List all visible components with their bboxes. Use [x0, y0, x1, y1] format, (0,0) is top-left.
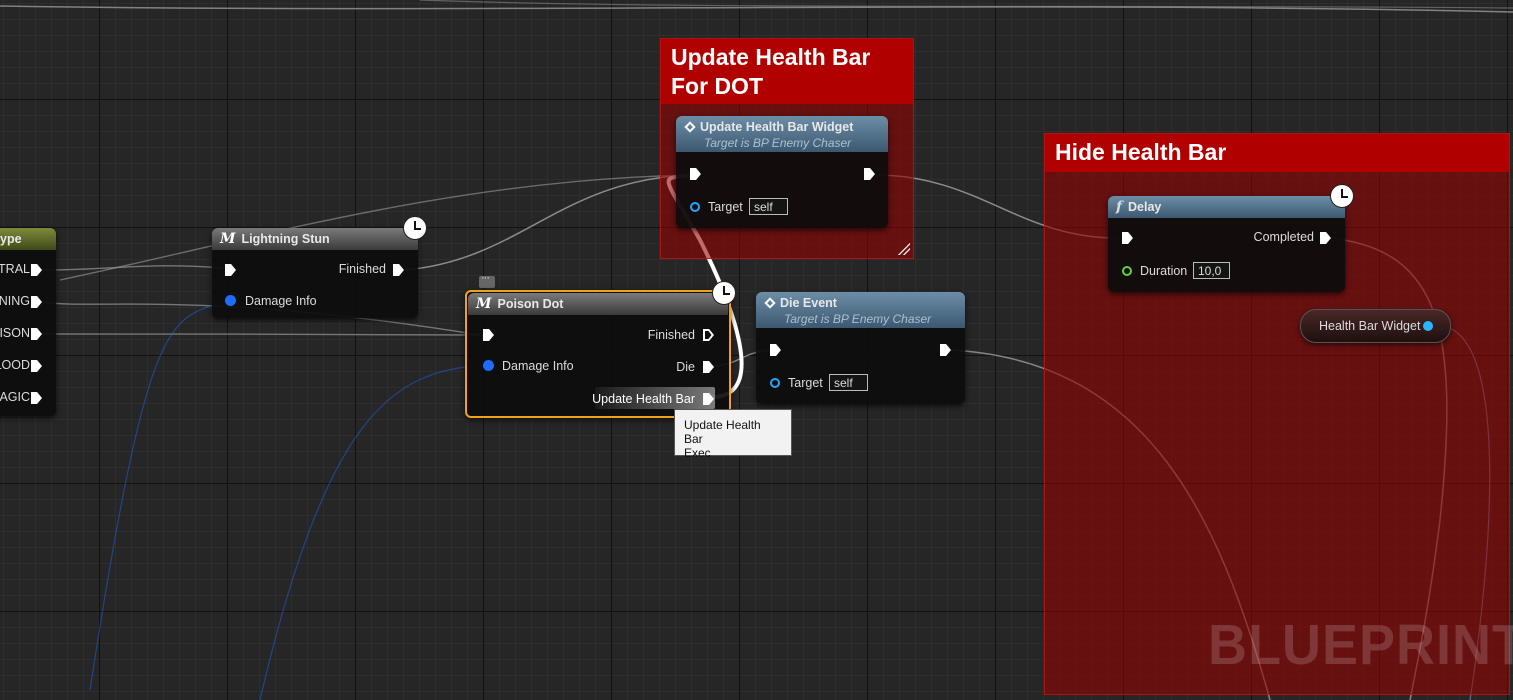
- node-subtitle: Target is BP Enemy Chaser: [784, 312, 932, 326]
- exec-input-pin[interactable]: [483, 329, 494, 341]
- macro-icon: M: [220, 231, 236, 247]
- node-header[interactable]: M Poison Dot: [468, 293, 728, 315]
- damage-info-label: Damage Info: [245, 294, 317, 308]
- target-value-field[interactable]: self: [749, 198, 788, 215]
- enum-output-label: NING: [0, 294, 30, 308]
- exec-input-pin[interactable]: [225, 264, 236, 276]
- comment-bubble-icon[interactable]: [479, 272, 495, 288]
- wire-stun-to-update: [404, 174, 691, 271]
- target-label: Target: [788, 376, 823, 390]
- variable-output-pin[interactable]: [1423, 321, 1433, 331]
- node-title: Lightning Stun: [241, 232, 330, 246]
- target-pin[interactable]: [690, 202, 700, 212]
- node-title: Update Health Bar Widget: [700, 120, 854, 134]
- die-event-node[interactable]: Die Event Target is BP Enemy Chaser Targ…: [756, 292, 965, 404]
- latent-clock-icon: [712, 281, 736, 305]
- blueprint-watermark: BLUEPRINT: [1208, 613, 1513, 677]
- variable-label: Health Bar Widget: [1319, 319, 1421, 333]
- exec-output-pin[interactable]: [31, 264, 42, 276]
- node-header[interactable]: M Lightning Stun: [212, 228, 418, 250]
- target-value-field[interactable]: self: [829, 374, 868, 391]
- exec-output-pin[interactable]: [393, 264, 404, 276]
- node-title: Die Event: [780, 296, 837, 310]
- node-header[interactable]: f Delay: [1108, 196, 1345, 218]
- exec-output-pin[interactable]: [864, 168, 875, 180]
- resize-grip[interactable]: [898, 243, 910, 255]
- update-health-bar-label: Update Health Bar: [592, 392, 695, 406]
- damage-info-pin[interactable]: [483, 360, 494, 371]
- enum-output-label: AGIC: [0, 390, 30, 404]
- completed-label: Completed: [1253, 230, 1314, 244]
- damage-info-pin[interactable]: [225, 295, 236, 306]
- target-pin[interactable]: [770, 378, 780, 388]
- finished-label: Finished: [338, 262, 386, 276]
- node-header[interactable]: ype: [0, 228, 56, 250]
- poison-dot-node[interactable]: M Poison Dot Finished Damage Info Die Up…: [465, 290, 731, 418]
- exec-output-pin[interactable]: [31, 360, 42, 372]
- enum-output-label: LOOD: [0, 358, 30, 372]
- wire-enum-1: [39, 265, 226, 271]
- exec-output-pin[interactable]: [31, 296, 42, 308]
- enum-output-label: ISON: [0, 326, 30, 340]
- die-exec-pin[interactable]: [703, 361, 714, 373]
- tooltip-line-2: Exec: [684, 446, 711, 460]
- duration-label: Duration: [1140, 264, 1188, 278]
- exec-input-pin[interactable]: [770, 344, 781, 356]
- wire-top-2: [419, 0, 1513, 9]
- wire-blue-damage: [89, 299, 231, 691]
- comment-title[interactable]: Update Health Bar For DOT: [661, 39, 913, 104]
- wire-blue-damage-2: [259, 364, 489, 700]
- die-label: Die: [676, 360, 695, 374]
- exec-output-pin[interactable]: [1320, 232, 1331, 244]
- exec-output-pin[interactable]: [31, 328, 42, 340]
- exec-output-pin[interactable]: [31, 392, 42, 404]
- event-diamond-icon: [764, 297, 776, 309]
- switch-on-enum-node[interactable]: ype TRAL NING ISON LOOD AGIC: [0, 228, 56, 416]
- wire-enum-3: [39, 333, 481, 336]
- enum-output-label: TRAL: [0, 262, 30, 276]
- lightning-stun-node[interactable]: M Lightning Stun Finished Damage Info: [212, 228, 418, 318]
- function-icon: f: [1116, 199, 1123, 215]
- pin-tooltip: Update Health Bar Exec: [674, 409, 792, 460]
- exec-output-pin[interactable]: [940, 344, 951, 356]
- target-label: Target: [708, 200, 743, 214]
- node-header[interactable]: Update Health Bar Widget Target is BP En…: [676, 116, 888, 152]
- exec-input-pin[interactable]: [690, 168, 701, 180]
- exec-input-pin[interactable]: [1122, 232, 1133, 244]
- node-title: Delay: [1128, 200, 1162, 214]
- delay-node[interactable]: f Delay Completed Duration 10,0: [1108, 196, 1345, 292]
- comment-title[interactable]: Hide Health Bar: [1045, 134, 1509, 172]
- damage-info-label: Damage Info: [502, 359, 574, 373]
- latent-clock-icon: [403, 216, 427, 240]
- node-subtitle: Target is BP Enemy Chaser: [704, 136, 852, 150]
- node-header[interactable]: Die Event Target is BP Enemy Chaser: [756, 292, 965, 328]
- duration-pin[interactable]: [1122, 266, 1132, 276]
- latent-clock-icon: [1330, 184, 1354, 208]
- node-title: ype: [0, 232, 22, 246]
- duration-value-field[interactable]: 10,0: [1193, 262, 1230, 279]
- finished-label: Finished: [647, 328, 695, 342]
- node-title: Poison Dot: [497, 297, 564, 311]
- event-diamond-icon: [684, 121, 696, 133]
- tooltip-line-1: Update Health Bar: [684, 418, 761, 446]
- health-bar-widget-variable-node[interactable]: Health Bar Widget: [1300, 309, 1451, 343]
- macro-icon: M: [476, 296, 492, 312]
- update-health-bar-widget-node[interactable]: Update Health Bar Widget Target is BP En…: [676, 116, 888, 228]
- exec-output-pin-unconnected[interactable]: [703, 329, 714, 341]
